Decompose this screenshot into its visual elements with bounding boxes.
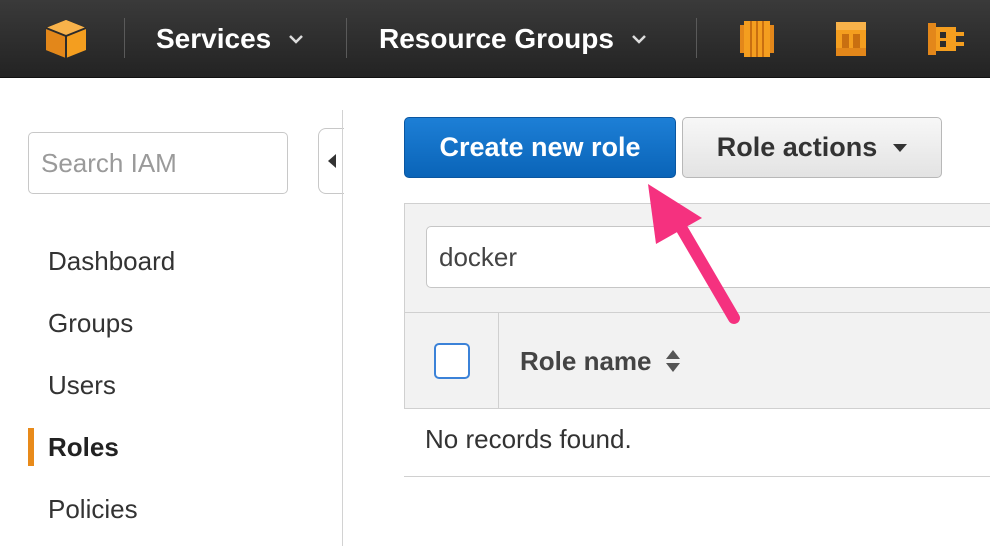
sidebar-item-label: Dashboard <box>48 245 176 276</box>
empty-state-message: No records found. <box>425 424 632 454</box>
sidebar-item-label: Policies <box>48 493 138 524</box>
sidebar-border <box>342 110 343 546</box>
sidebar-item-label: Users <box>48 369 116 400</box>
ecs-icon[interactable] <box>926 18 966 60</box>
column-header-label: Role name <box>520 345 652 376</box>
sidebar-collapse-toggle[interactable] <box>318 128 344 194</box>
chevron-down-icon <box>289 35 304 44</box>
column-divider <box>498 313 499 408</box>
caret-down-icon <box>893 143 908 152</box>
sidebar-item-label: Roles <box>48 431 119 462</box>
nav-divider <box>124 18 125 58</box>
table-bottom-border <box>404 476 990 477</box>
chevron-down-icon <box>632 35 646 44</box>
sidebar-nav: Dashboard Groups Users Roles Policies <box>0 230 330 540</box>
sidebar-item-policies[interactable]: Policies <box>0 478 330 540</box>
table-header-divider <box>404 312 990 313</box>
create-new-role-button[interactable]: Create new role <box>404 117 676 178</box>
column-header-role-name[interactable]: Role name <box>520 340 682 382</box>
top-navigation-bar: Services Resource Groups <box>0 0 990 78</box>
sidebar-item-users[interactable]: Users <box>0 354 330 416</box>
sort-icon <box>665 350 680 372</box>
sidebar-item-dashboard[interactable]: Dashboard <box>0 230 330 292</box>
resource-groups-menu-label: Resource Groups <box>379 23 614 54</box>
resource-groups-menu[interactable]: Resource Groups <box>379 18 646 60</box>
sidebar-item-roles[interactable]: Roles <box>0 416 330 478</box>
sidebar-item-label: Groups <box>48 307 134 338</box>
services-menu-label: Services <box>156 23 272 54</box>
lambda-icon[interactable] <box>832 18 870 60</box>
aws-cube-logo-icon[interactable] <box>44 18 88 60</box>
nav-divider <box>346 18 347 58</box>
services-menu[interactable]: Services <box>156 18 304 60</box>
role-filter-input[interactable] <box>426 226 990 288</box>
create-new-role-label: Create new role <box>439 132 641 162</box>
role-actions-label: Role actions <box>716 132 878 162</box>
role-actions-button[interactable]: Role actions <box>682 117 942 178</box>
select-all-checkbox[interactable] <box>434 343 470 379</box>
sidebar-item-groups[interactable]: Groups <box>0 292 330 354</box>
caret-left-icon <box>327 154 336 168</box>
ec2-icon[interactable] <box>738 18 776 60</box>
search-iam-input[interactable] <box>28 132 288 194</box>
nav-divider <box>696 18 697 58</box>
